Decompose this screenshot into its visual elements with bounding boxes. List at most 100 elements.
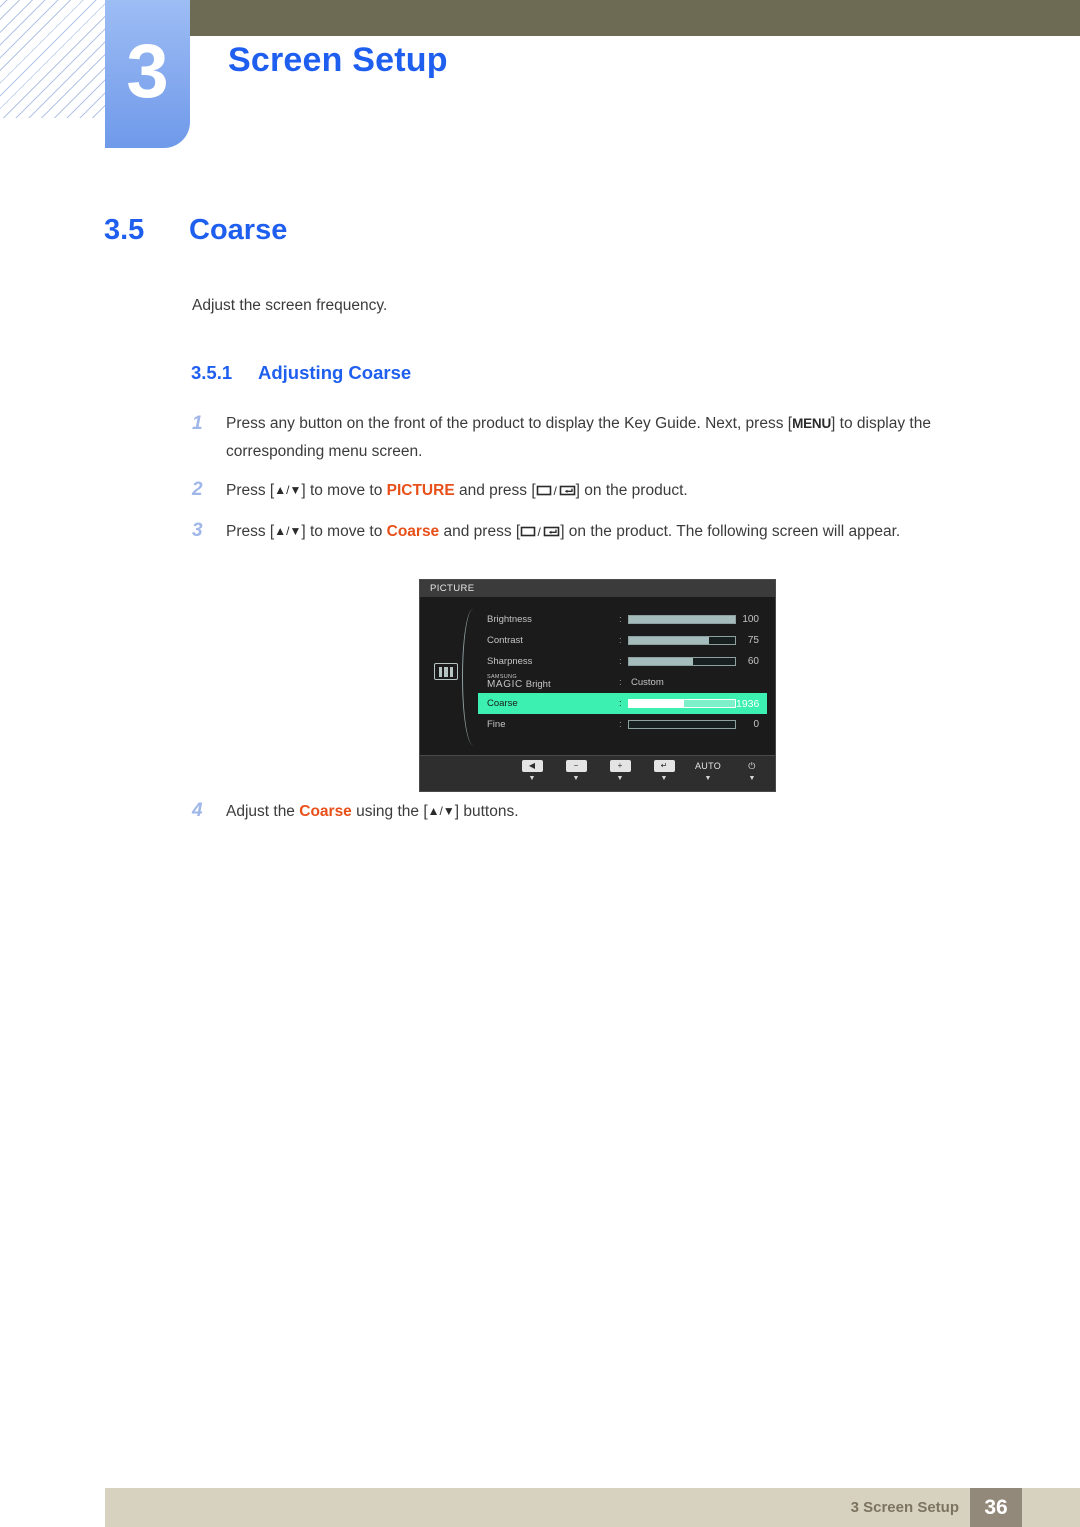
step-item: 1 Press any button on the front of the p… <box>192 410 1004 466</box>
up-down-arrow-icon: ▲/▼ <box>274 524 302 538</box>
osd-row-colon: : <box>619 614 622 625</box>
osd-slider[interactable] <box>628 720 736 729</box>
step-text-part: ] buttons. <box>454 803 519 820</box>
osd-row-label: SAMSUNG MAGIC Bright <box>487 674 619 691</box>
down-marker-icon: ▼ <box>748 775 756 782</box>
step-text-part: Press any button on the front of the pro… <box>226 415 793 432</box>
osd-row-colon: : <box>619 698 622 709</box>
osd-slider[interactable] <box>628 657 736 666</box>
step-item: 3 Press [▲/▼] to move to Coarse and pres… <box>192 517 1004 548</box>
page-number: 36 <box>970 1488 1022 1527</box>
osd-row-value: 60 <box>747 656 759 667</box>
step-index: 3 <box>192 520 203 541</box>
osd-slider[interactable] <box>628 699 736 708</box>
power-icon: ⏻ <box>748 760 756 771</box>
step-text-part: ] to move to <box>301 523 387 540</box>
header-hatch-decoration <box>0 0 106 118</box>
header-olive-bar <box>190 0 1080 36</box>
subsection-number: 3.5.1 <box>191 362 233 383</box>
instruction-step-list-continued: 4 Adjust the Coarse using the [▲/▼] butt… <box>192 797 1004 836</box>
minus-button[interactable]: − ▼ <box>561 760 591 782</box>
osd-row-value: 100 <box>742 614 759 625</box>
osd-row-label: Fine <box>487 719 506 730</box>
osd-body: Brightness : 100 Contrast : 75 Sharpness… <box>420 597 775 755</box>
osd-key-guide-bar: ◀ ▼ − ▼ + ▼ ↵ ▼ AUTO ▼ ⏻ ▼ <box>420 755 775 791</box>
step-text: Press [▲/▼] to move to PICTURE and press… <box>226 476 1004 507</box>
back-button[interactable]: ◀ ▼ <box>517 760 547 782</box>
step-text-part: ] to move to <box>301 482 387 499</box>
enter-icon: ↵ <box>653 760 675 772</box>
minus-icon: − <box>565 760 587 772</box>
step-text: Press [▲/▼] to move to Coarse and press … <box>226 517 1004 548</box>
osd-row-contrast[interactable]: Contrast : 75 <box>478 630 767 651</box>
step-text-part: and press [ <box>454 482 536 499</box>
osd-row-control[interactable] <box>628 615 736 624</box>
magic-label: MAGIC <box>487 679 523 691</box>
osd-slider[interactable] <box>628 615 736 624</box>
osd-row-value: 1936 <box>736 697 760 710</box>
step-text-part: Press [ <box>226 482 275 499</box>
section-number: 3.5 <box>104 214 145 246</box>
step-keyword: Coarse <box>299 803 352 820</box>
chapter-number-tab: 3 <box>105 0 190 148</box>
osd-row-fine[interactable]: Fine : 0 <box>478 714 767 735</box>
step-text-part: ] on the product. The following screen w… <box>560 523 901 540</box>
step-text-part: Adjust the <box>226 803 300 820</box>
step-text-part: ] on the product. <box>575 482 688 499</box>
osd-row-control[interactable]: Custom <box>628 677 721 688</box>
menu-key-label: MENU <box>792 416 832 431</box>
osd-title: PICTURE <box>420 580 775 597</box>
page-footer: 3 Screen Setup 36 <box>105 1488 1080 1527</box>
left-arrow-icon: ◀ <box>521 760 543 772</box>
chapter-number: 3 <box>126 29 169 114</box>
auto-label: AUTO <box>694 760 722 771</box>
step-index: 2 <box>192 479 203 500</box>
step-text: Adjust the Coarse using the [▲/▼] button… <box>226 797 1004 826</box>
osd-row-control[interactable] <box>628 720 736 729</box>
osd-row-sharpness[interactable]: Sharpness : 60 <box>478 651 767 672</box>
svg-text:/: / <box>538 525 542 538</box>
section-heading: 3.5 Coarse <box>104 214 287 247</box>
source-and-enter-key-icons: / <box>536 479 576 507</box>
osd-row-samsung-magic-bright[interactable]: SAMSUNG MAGIC Bright : Custom <box>478 672 767 693</box>
osd-row-colon: : <box>619 656 622 667</box>
osd-row-control[interactable] <box>628 636 736 645</box>
step-keyword: PICTURE <box>386 482 455 499</box>
svg-text:/: / <box>553 484 557 497</box>
up-down-arrow-icon: ▲/▼ <box>427 804 455 818</box>
osd-row-label: Sharpness <box>487 656 533 667</box>
plus-button[interactable]: + ▼ <box>605 760 635 782</box>
osd-row-control[interactable] <box>628 657 736 666</box>
down-marker-icon: ▼ <box>528 775 536 782</box>
plus-icon: + <box>609 760 631 772</box>
down-marker-icon: ▼ <box>616 775 624 782</box>
osd-row-list: Brightness : 100 Contrast : 75 Sharpness… <box>478 609 767 735</box>
step-text-part: and press [ <box>439 523 521 540</box>
osd-row-text-value: Custom <box>631 677 664 688</box>
section-intro-text: Adjust the screen frequency. <box>192 297 388 314</box>
step-text-part: Press [ <box>226 523 275 540</box>
up-down-arrow-icon: ▲/▼ <box>274 483 302 497</box>
enter-button[interactable]: ↵ ▼ <box>649 760 679 782</box>
bright-label: Bright <box>525 679 551 691</box>
osd-row-label: Contrast <box>487 635 523 646</box>
step-index: 1 <box>192 413 203 434</box>
osd-picture-menu-screenshot: PICTURE Brightness : 100 Contrast : 75 S… <box>419 579 776 792</box>
step-text: Press any button on the front of the pro… <box>226 410 1004 466</box>
osd-row-colon: : <box>619 719 622 730</box>
osd-row-brightness[interactable]: Brightness : 100 <box>478 609 767 630</box>
osd-row-colon: : <box>619 635 622 646</box>
subsection-title: Adjusting Coarse <box>258 362 412 383</box>
osd-row-control[interactable] <box>628 699 736 708</box>
osd-row-coarse[interactable]: Coarse : 1936 <box>478 693 767 714</box>
osd-row-value: 75 <box>747 635 759 646</box>
osd-slider[interactable] <box>628 636 736 645</box>
osd-row-label: Coarse <box>487 698 518 709</box>
section-title: Coarse <box>189 214 288 246</box>
picture-bars-icon <box>434 663 458 680</box>
power-button[interactable]: ⏻ ▼ <box>737 760 767 782</box>
chapter-title: Screen Setup <box>228 41 448 79</box>
auto-button[interactable]: AUTO ▼ <box>693 760 723 782</box>
subsection-heading: 3.5.1 Adjusting Coarse <box>191 362 411 384</box>
step-item: 4 Adjust the Coarse using the [▲/▼] butt… <box>192 797 1004 826</box>
